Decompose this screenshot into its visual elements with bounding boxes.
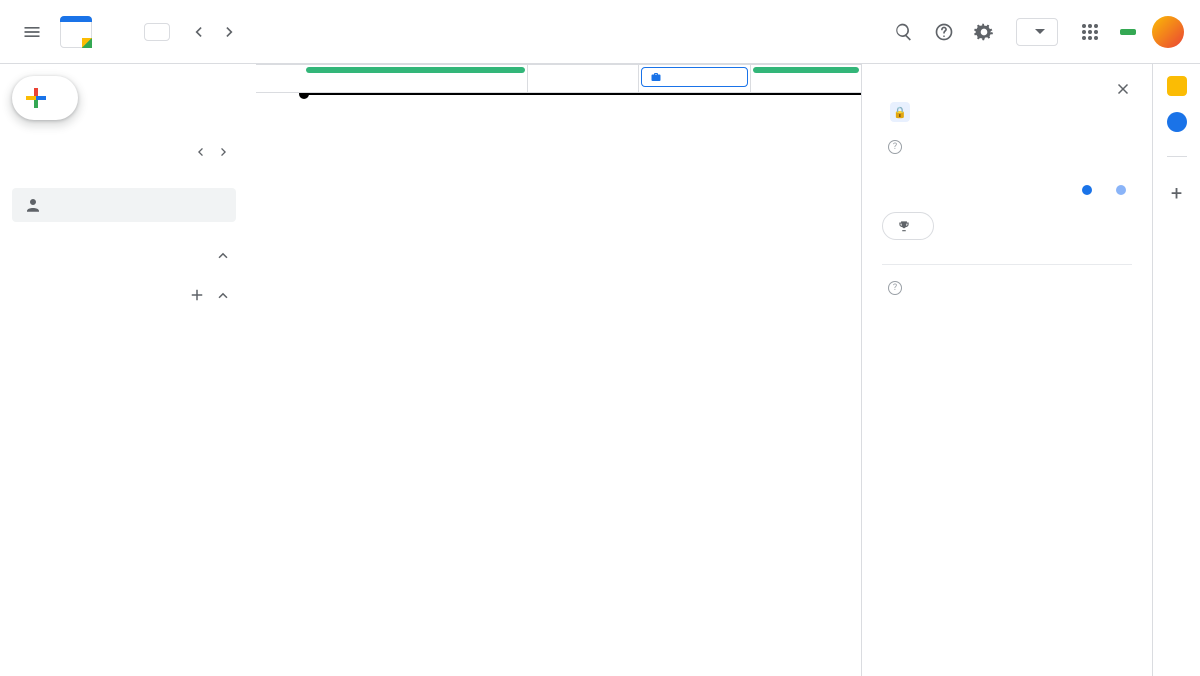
close-icon bbox=[1114, 80, 1132, 98]
lock-icon: 🔒 bbox=[890, 102, 910, 122]
chevron-up-icon bbox=[214, 246, 232, 264]
header bbox=[0, 0, 1200, 64]
plus-icon[interactable] bbox=[188, 286, 206, 304]
tasks-addon-button[interactable] bbox=[1167, 112, 1187, 132]
search-icon bbox=[894, 22, 914, 42]
chevron-right-icon bbox=[220, 22, 240, 42]
chevron-left-icon bbox=[192, 144, 208, 160]
time-in-meetings-header: ? bbox=[882, 140, 1132, 154]
account-avatar[interactable] bbox=[1152, 16, 1184, 48]
mini-cal-next[interactable] bbox=[212, 140, 236, 164]
set-goal-button[interactable] bbox=[882, 212, 934, 240]
now-indicator bbox=[304, 93, 861, 95]
plus-icon bbox=[26, 88, 46, 108]
other-calendars-toggle[interactable] bbox=[12, 282, 236, 308]
today-button[interactable] bbox=[144, 23, 170, 41]
next-week-button[interactable] bbox=[214, 16, 246, 48]
sidebar bbox=[0, 64, 256, 676]
hamburger-icon bbox=[22, 22, 42, 42]
view-selector[interactable] bbox=[1016, 18, 1058, 46]
close-insights-button[interactable] bbox=[1114, 80, 1132, 98]
rail-divider bbox=[1167, 156, 1187, 157]
meetings-legend bbox=[882, 182, 1132, 196]
calendar-main bbox=[256, 64, 862, 676]
search-people-input[interactable] bbox=[12, 188, 236, 222]
time-breakdown-header: ? bbox=[882, 281, 1132, 295]
chevron-up-icon bbox=[214, 286, 232, 304]
time-insights-panel: 🔒 ? bbox=[862, 64, 1152, 676]
prev-week-button[interactable] bbox=[182, 16, 214, 48]
caret-down-icon bbox=[1035, 27, 1045, 37]
main-menu-button[interactable] bbox=[8, 8, 56, 56]
insights-title: 🔒 bbox=[882, 102, 1132, 122]
get-addons-button[interactable]: + bbox=[1171, 181, 1182, 205]
create-button[interactable] bbox=[12, 76, 78, 120]
allday-event[interactable] bbox=[641, 67, 747, 87]
chevron-right-icon bbox=[216, 144, 232, 160]
help-icon[interactable]: ? bbox=[888, 140, 902, 154]
calendar-logo bbox=[56, 12, 96, 52]
chevron-left-icon bbox=[188, 22, 208, 42]
briefcase-icon bbox=[650, 71, 662, 83]
gear-icon bbox=[974, 22, 994, 42]
keep-addon-button[interactable] bbox=[1167, 76, 1187, 96]
people-icon bbox=[24, 196, 42, 214]
help-icon[interactable]: ? bbox=[888, 281, 902, 295]
allday-event[interactable] bbox=[306, 67, 525, 73]
allday-event[interactable] bbox=[753, 67, 859, 73]
help-icon bbox=[934, 22, 954, 42]
mini-cal-prev[interactable] bbox=[188, 140, 212, 164]
allday-row[interactable] bbox=[256, 65, 861, 93]
side-rail: + bbox=[1152, 64, 1200, 676]
search-button[interactable] bbox=[884, 12, 924, 52]
apps-grid-icon bbox=[1081, 23, 1099, 41]
org-brand bbox=[1118, 25, 1136, 38]
trophy-icon bbox=[897, 219, 911, 233]
time-grid[interactable] bbox=[256, 93, 861, 676]
support-button[interactable] bbox=[924, 12, 964, 52]
breakdown-bar bbox=[882, 307, 1132, 321]
apps-button[interactable] bbox=[1070, 12, 1110, 52]
my-calendars-toggle[interactable] bbox=[12, 242, 236, 268]
settings-button[interactable] bbox=[964, 12, 1004, 52]
